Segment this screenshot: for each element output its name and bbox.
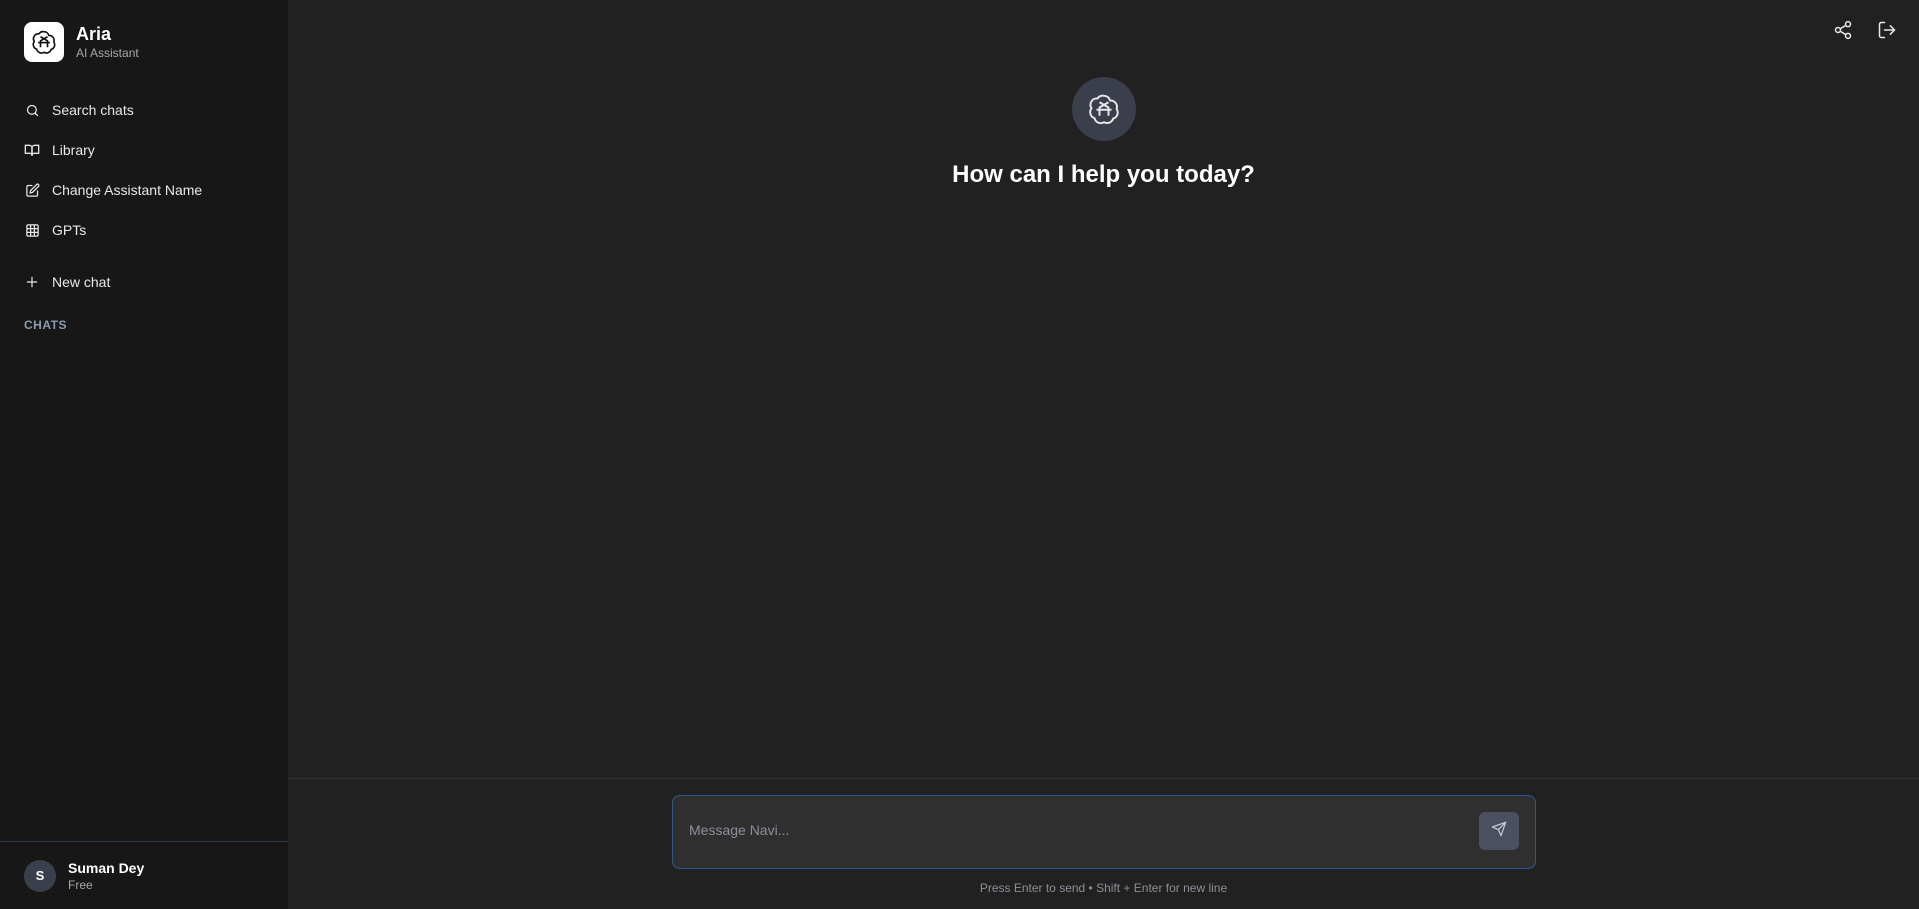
send-button[interactable]: [1479, 812, 1519, 850]
grid-icon: [24, 222, 40, 238]
search-icon: [24, 102, 40, 118]
message-input[interactable]: [689, 818, 1449, 842]
new-chat-label: New chat: [52, 274, 111, 290]
brand[interactable]: Aria AI Assistant: [0, 0, 288, 62]
welcome-hero: How can I help you today?: [288, 77, 1919, 189]
sidebar-item-search-chats[interactable]: Search chats: [0, 90, 288, 130]
logout-icon: [1877, 20, 1897, 45]
chats-section-label: CHATS: [24, 318, 67, 332]
brand-text: Aria AI Assistant: [76, 24, 139, 60]
brand-name: Aria: [76, 24, 112, 44]
user-plan: Free: [68, 877, 93, 892]
plus-icon: [24, 274, 40, 290]
user-name: Suman Dey: [68, 859, 145, 876]
new-chat-button[interactable]: New chat: [0, 262, 288, 302]
send-icon: [1491, 821, 1507, 842]
user-text: Suman Dey Free: [68, 860, 144, 892]
sidebar-item-label: Library: [52, 142, 95, 158]
sidebar-nav: Search chats Library Change Assistant Na…: [0, 90, 288, 302]
share-icon: [1833, 20, 1853, 45]
sidebar: Aria AI Assistant Search chats Library C…: [0, 0, 288, 909]
app-root: Aria AI Assistant Search chats Library C…: [0, 0, 1919, 909]
share-button[interactable]: [1831, 20, 1855, 44]
book-icon: [24, 142, 40, 158]
page-title: How can I help you today?: [952, 161, 1255, 188]
sidebar-item-library[interactable]: Library: [0, 130, 288, 170]
openai-knot-icon: [24, 22, 64, 62]
header-actions: [1831, 20, 1899, 44]
sidebar-item-change-assistant-name[interactable]: Change Assistant Name: [0, 170, 288, 210]
message-composer: [672, 795, 1536, 869]
brand-subtitle: AI Assistant: [76, 46, 139, 60]
composer-hint: Press Enter to send • Shift + Enter for …: [979, 881, 1228, 895]
user-profile[interactable]: S Suman Dey Free: [0, 841, 288, 909]
openai-knot-icon: [1071, 77, 1136, 141]
main-panel: How can I help you today? Press Enter to…: [288, 0, 1919, 909]
sidebar-item-gpts[interactable]: GPTs: [0, 210, 288, 250]
edit-icon: [24, 182, 40, 198]
composer-area: Press Enter to send • Shift + Enter for …: [288, 778, 1919, 909]
sidebar-item-label: GPTs: [52, 222, 87, 238]
logout-button[interactable]: [1875, 20, 1899, 44]
avatar: S: [24, 859, 56, 892]
sidebar-item-label: Change Assistant Name: [52, 182, 203, 198]
sidebar-item-label: Search chats: [52, 102, 134, 118]
